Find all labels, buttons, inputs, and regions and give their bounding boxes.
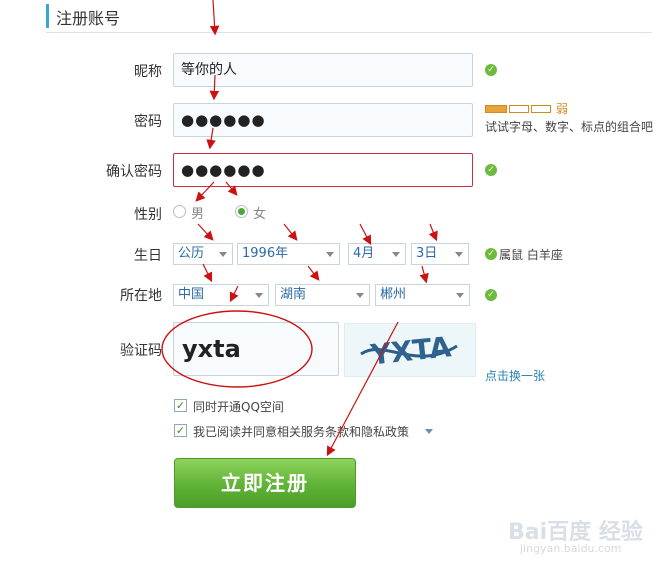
annotation-arrow [229,285,239,303]
annotation-arrow [428,223,438,242]
annotation-arrow [326,321,399,457]
annotation-arrow [225,181,238,196]
annotation-arrow [283,223,298,241]
annotation-arrow [359,223,372,246]
annotation-arrow [209,0,220,36]
annotation-arrow [307,265,320,281]
annotation-arrow [206,127,216,150]
annotation-arrow [195,181,215,202]
annotation-circle [161,310,313,388]
annotation-arrow [202,263,213,283]
watermark-url: jingyan.baidu.com [520,542,622,555]
annotation-overlay [161,0,438,457]
annotation-arrow [209,74,220,101]
annotation-arrow [419,265,429,284]
annotation-arrow [197,223,214,241]
